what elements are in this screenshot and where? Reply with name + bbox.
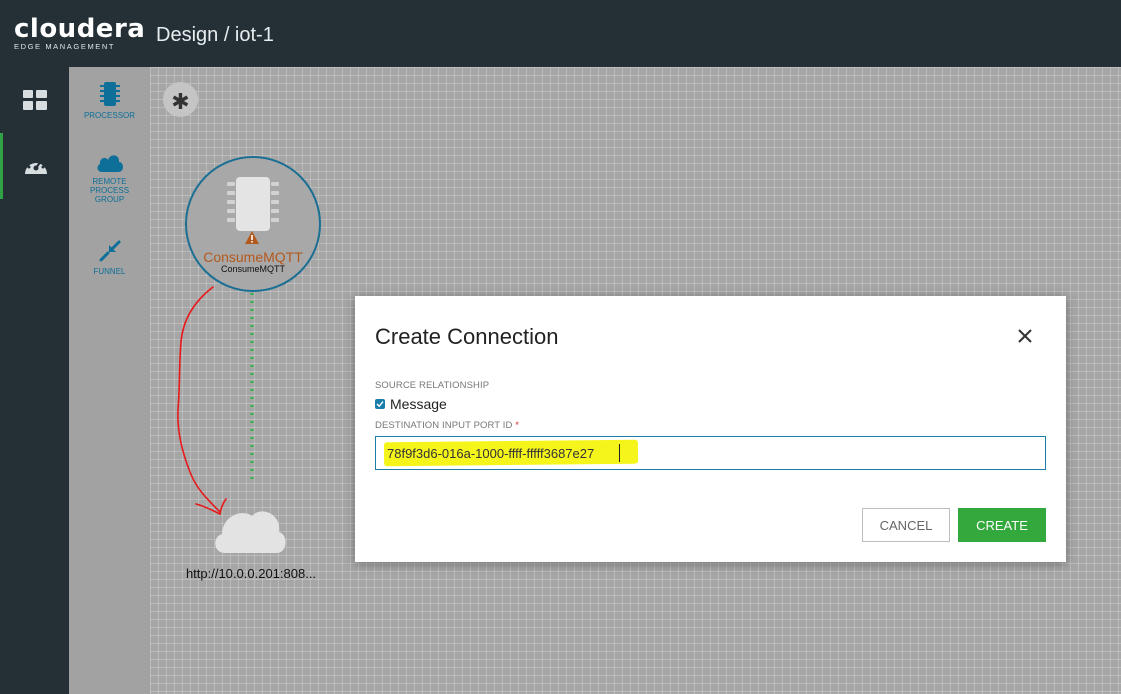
destination-port-input[interactable]: 78f9f3d6-016a-1000-ffff-fffff3687e27 bbox=[375, 436, 1046, 470]
annotation-arrow bbox=[177, 286, 221, 513]
create-button[interactable]: CREATE bbox=[958, 508, 1046, 542]
source-relationship-label: SOURCE RELATIONSHIP bbox=[375, 380, 490, 391]
dialog-title: Create Connection bbox=[375, 324, 559, 349]
destination-port-label: DESTINATION INPUT PORT ID * bbox=[375, 420, 520, 431]
cancel-button[interactable]: CANCEL bbox=[862, 508, 950, 542]
required-marker: * bbox=[515, 420, 520, 431]
processor-name: ConsumeMQTT bbox=[203, 249, 303, 265]
relationship-message-row[interactable]: Message bbox=[375, 396, 447, 412]
message-checkbox-label: Message bbox=[390, 396, 447, 412]
text-caret bbox=[619, 444, 620, 462]
check-icon bbox=[376, 401, 384, 408]
create-connection-dialog: Create Connection SOURCE RELATIONSHIP Me… bbox=[355, 296, 1066, 562]
rpg-url-label: http://10.0.0.201:808... bbox=[185, 566, 317, 581]
close-icon[interactable] bbox=[1015, 326, 1035, 346]
destination-port-value: 78f9f3d6-016a-1000-ffff-fffff3687e27 bbox=[387, 446, 595, 461]
message-checkbox[interactable] bbox=[375, 399, 385, 409]
rpg-cloud-icon bbox=[215, 511, 286, 553]
processor-type: ConsumeMQTT bbox=[220, 264, 285, 274]
